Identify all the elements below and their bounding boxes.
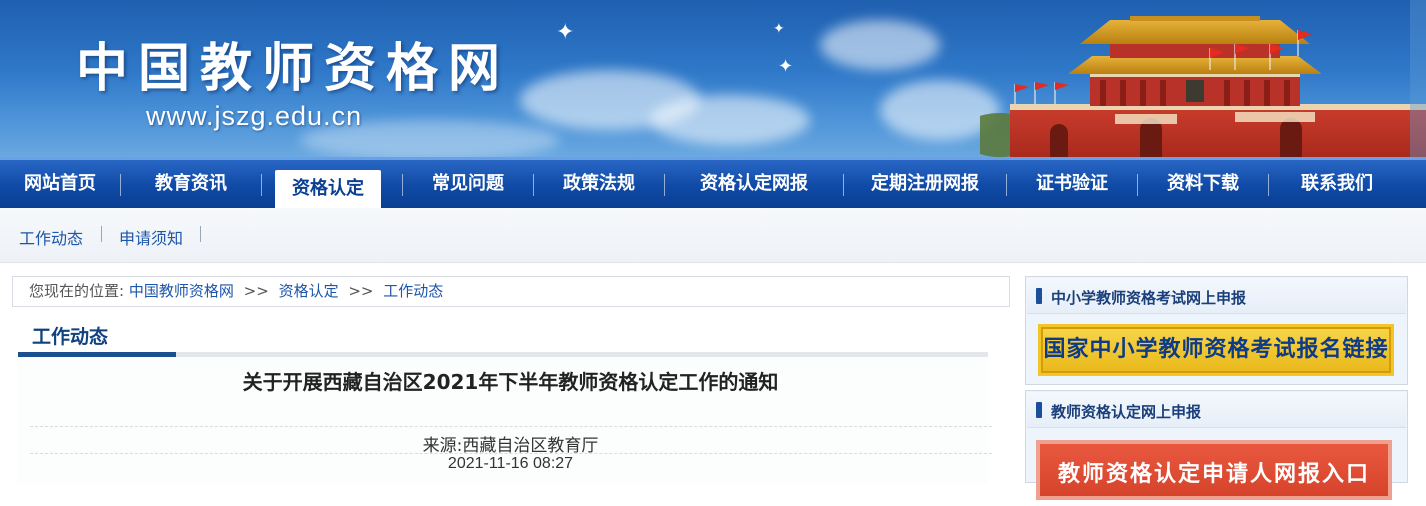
- breadcrumb: 您现在的位置: 中国教师资格网 >> 资格认定 >> 工作动态: [12, 276, 1010, 307]
- nav-item-contact[interactable]: 联系我们: [1269, 160, 1405, 208]
- breadcrumb-link-home[interactable]: 中国教师资格网: [129, 282, 234, 300]
- nav-item-certificate-verify[interactable]: 证书验证: [1007, 160, 1137, 208]
- cloud-decoration: [650, 95, 810, 145]
- nav-item-certification-apply[interactable]: 资格认定网报: [665, 160, 843, 208]
- nav-item-policy[interactable]: 政策法规: [534, 160, 664, 208]
- nav-item-news[interactable]: 教育资讯: [121, 160, 261, 208]
- site-banner: ✦ ✦ ✦ 中国教师资格网 www.jszg.edu.cn: [0, 0, 1426, 157]
- breadcrumb-link-qualification[interactable]: 资格认定: [279, 282, 339, 300]
- subnav-item-work-news[interactable]: 工作动态: [19, 225, 83, 249]
- nav-item-qualification-active[interactable]: 资格认定: [275, 170, 381, 208]
- nav-item-downloads[interactable]: 资料下载: [1138, 160, 1268, 208]
- star-icon: ✦: [773, 21, 785, 37]
- nav-item-home[interactable]: 网站首页: [0, 160, 120, 208]
- subnav-item-application-notes[interactable]: 申请须知: [119, 225, 183, 249]
- subnav-divider: [101, 226, 102, 242]
- dotted-divider: [30, 426, 992, 427]
- book-icon: [1036, 402, 1042, 418]
- sidebar-header-certification-label: 教师资格认定网上申报: [1051, 403, 1202, 421]
- breadcrumb-separator: >>: [243, 282, 269, 300]
- certification-apply-entry-button[interactable]: 教师资格认定申请人网报入口: [1036, 440, 1392, 500]
- dotted-divider: [30, 453, 992, 454]
- section-title: 工作动态: [32, 326, 109, 348]
- nav-divider: [261, 174, 262, 196]
- site-title-logo: 中国教师资格网: [76, 38, 511, 99]
- cloud-decoration: [820, 20, 940, 70]
- sidebar-header-exam-label: 中小学教师资格考试网上申报: [1051, 289, 1247, 307]
- article-title: 关于开展西藏自治区2021年下半年教师资格认定工作的通知: [242, 370, 779, 394]
- breadcrumb-separator: >>: [348, 282, 374, 300]
- breadcrumb-link-work-news[interactable]: 工作动态: [383, 282, 443, 300]
- star-icon: ✦: [778, 56, 794, 77]
- nav-item-registration-apply[interactable]: 定期注册网报: [844, 160, 1006, 208]
- article-date: 2021-11-16 08:27: [447, 455, 574, 472]
- sidebar-header-certification: 教师资格认定网上申报: [1027, 392, 1406, 428]
- exam-registration-link-button[interactable]: 国家中小学教师资格考试报名链接: [1038, 324, 1394, 376]
- tiananmen-illustration: [980, 0, 1426, 157]
- book-icon: [1036, 288, 1042, 304]
- nav-item-faq[interactable]: 常见问题: [403, 160, 533, 208]
- breadcrumb-prefix: 您现在的位置:: [29, 282, 125, 300]
- main-navigation: 网站首页 教育资讯 资格认定 常见问题 政策法规 资格认定网报 定期注册网报 证…: [0, 157, 1426, 208]
- site-url: www.jszg.edu.cn: [146, 101, 363, 131]
- sidebar-header-exam: 中小学教师资格考试网上申报: [1027, 278, 1406, 314]
- sub-navigation: 工作动态 申请须知: [0, 208, 1426, 263]
- star-icon: ✦: [556, 20, 575, 45]
- subnav-divider: [200, 226, 201, 242]
